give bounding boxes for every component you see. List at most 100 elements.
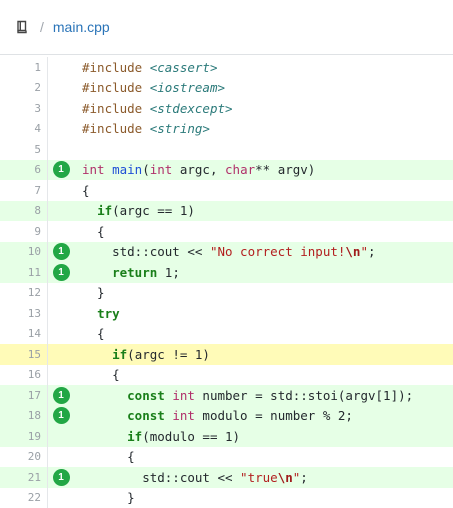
code-token: "	[360, 244, 368, 260]
line-number[interactable]: 21	[0, 467, 48, 488]
code-token: (argc ==	[112, 203, 180, 219]
code-token: "No correct input!	[209, 244, 346, 260]
line-number[interactable]: 4	[0, 118, 48, 139]
hit-count-cell	[48, 57, 74, 78]
code-token: ;	[300, 469, 308, 485]
line-number[interactable]: 15	[0, 344, 48, 365]
code-token: int	[149, 162, 173, 178]
line-number[interactable]: 17	[0, 385, 48, 406]
code-token: std::cout <<	[82, 244, 210, 260]
code-text: const int number = std::stoi(argv[1]);	[74, 388, 413, 403]
hit-count-cell	[48, 119, 74, 140]
line-number[interactable]: 9	[0, 221, 48, 242]
code-token: int	[172, 408, 195, 424]
line-number[interactable]: 19	[0, 426, 48, 447]
line-number[interactable]: 2	[0, 77, 48, 98]
code-token: (	[142, 162, 150, 178]
line-number[interactable]: 10	[0, 241, 48, 262]
code-token: )	[187, 203, 195, 219]
code-text: return 1;	[74, 265, 180, 280]
line-number[interactable]: 12	[0, 282, 48, 303]
code-text: std::cout << "true\n";	[74, 470, 308, 485]
line-number[interactable]: 7	[0, 180, 48, 201]
line-number[interactable]: 5	[0, 139, 48, 160]
code-line: 17 1 const int number = std::stoi(argv[1]…	[0, 385, 453, 406]
code-token: {	[82, 367, 120, 383]
hit-count-cell: 1	[48, 406, 74, 427]
code-text: }	[74, 490, 135, 505]
code-line: 1 #include <cassert>	[0, 57, 453, 78]
code-line: 11 1 return 1;	[0, 262, 453, 283]
code-token: const	[127, 387, 165, 403]
code-token: const	[127, 408, 165, 424]
code-token: modulo = number % 2;	[194, 408, 353, 424]
line-number[interactable]: 11	[0, 262, 48, 283]
line-number[interactable]: 22	[0, 487, 48, 508]
code-text: try	[74, 306, 120, 321]
hit-count-cell	[48, 139, 74, 160]
code-text: if(modulo == 1)	[74, 429, 240, 444]
hit-count-cell	[48, 426, 74, 447]
code-line: 7{	[0, 180, 453, 201]
code-token: 1;	[157, 264, 180, 280]
line-number[interactable]: 13	[0, 303, 48, 324]
file-name-link[interactable]: main.cpp	[53, 19, 110, 35]
hit-count-cell	[48, 283, 74, 304]
code-token: \n	[345, 244, 361, 260]
code-text: std::cout << "No correct input!\n";	[74, 244, 376, 260]
hit-count-cell	[48, 447, 74, 468]
code-token: \n	[277, 469, 293, 485]
code-line: 8 if(argc == 1)	[0, 200, 453, 221]
code-text: const int modulo = number % 2;	[74, 408, 353, 423]
hit-count-cell	[48, 78, 74, 99]
line-number[interactable]: 16	[0, 364, 48, 385]
line-number[interactable]: 14	[0, 323, 48, 344]
code-token: ** argv)	[255, 162, 316, 178]
code-line: 16 {	[0, 364, 453, 386]
code-line: 15 if(argc != 1)	[0, 344, 453, 365]
line-number[interactable]: 8	[0, 200, 48, 221]
code-token: #include	[82, 59, 150, 75]
code-token: <iostream>	[149, 80, 225, 96]
code-text: #include <string>	[74, 121, 210, 136]
code-line: 6 1 int main(int argc, char** argv)	[0, 159, 453, 181]
code-text: {	[74, 449, 135, 464]
hit-count-cell	[48, 324, 74, 345]
hit-count-cell: 1	[48, 160, 74, 181]
line-number[interactable]: 18	[0, 405, 48, 426]
hit-count-cell	[48, 98, 74, 119]
file-breadcrumb: / main.cpp	[0, 0, 453, 55]
code-text: {	[74, 326, 105, 341]
code-token: #include	[82, 121, 150, 137]
line-number[interactable]: 20	[0, 446, 48, 467]
hit-count-badge: 1	[52, 386, 70, 404]
code-token: ;	[368, 244, 376, 260]
code-token: <stdexcept>	[149, 100, 233, 116]
code-token: {	[82, 326, 105, 342]
code-text: if(argc == 1)	[74, 203, 195, 218]
code-token: argc,	[172, 162, 226, 178]
hit-count-cell	[48, 488, 74, 508]
book-icon[interactable]	[16, 20, 30, 34]
code-view: 1 #include <cassert> 2 #include <iostream> 3…	[0, 57, 453, 508]
code-line: 14 {	[0, 323, 453, 345]
line-number[interactable]: 6	[0, 159, 48, 180]
code-token: if	[97, 203, 113, 219]
code-line: 13 try	[0, 303, 453, 324]
hit-count-cell	[48, 365, 74, 386]
code-token: {	[82, 223, 105, 239]
code-token: #include	[82, 80, 150, 96]
line-number[interactable]: 1	[0, 57, 48, 78]
code-text: #include <stdexcept>	[74, 101, 233, 116]
code-text: if(argc != 1)	[74, 347, 210, 362]
hit-count-cell: 1	[48, 385, 74, 406]
code-text: int main(int argc, char** argv)	[74, 162, 315, 177]
code-token: std::cout <<	[82, 469, 241, 485]
line-number[interactable]: 3	[0, 98, 48, 119]
code-token: (modulo == 1)	[142, 428, 241, 444]
